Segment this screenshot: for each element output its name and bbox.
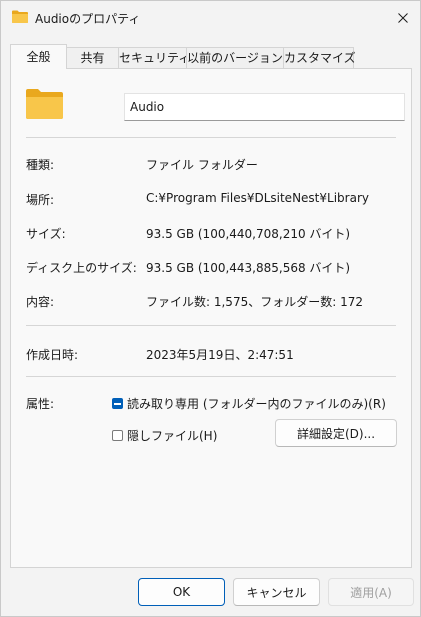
- folder-name-input[interactable]: [124, 93, 405, 121]
- location-value: C:¥Program Files¥DLsiteNest¥Library: [146, 191, 369, 205]
- type-label: 種類:: [26, 158, 55, 172]
- close-button[interactable]: [386, 1, 420, 35]
- tab-security[interactable]: セキュリティ: [118, 47, 190, 68]
- ok-button[interactable]: OK: [138, 578, 225, 606]
- checkbox-icon: [112, 430, 123, 441]
- tab-sharing[interactable]: 共有: [66, 47, 119, 68]
- readonly-checkbox-label: 読み取り専用 (フォルダー内のファイルのみ)(R): [127, 397, 386, 411]
- divider: [26, 325, 396, 326]
- folder-icon: [12, 10, 28, 23]
- general-panel: 種類: ファイル フォルダー 場所: C:¥Program Files¥DLsi…: [10, 68, 412, 568]
- size-on-disk-value: 93.5 GB (100,443,885,568 バイト): [146, 261, 351, 275]
- size-value: 93.5 GB (100,440,708,210 バイト): [146, 227, 351, 241]
- tab-customize[interactable]: カスタマイズ: [283, 47, 356, 68]
- window-title: Audioのプロパティ: [35, 12, 141, 26]
- type-value: ファイル フォルダー: [146, 158, 258, 172]
- advanced-button[interactable]: 詳細設定(D)...: [275, 419, 397, 447]
- size-label: サイズ:: [26, 227, 66, 241]
- hidden-checkbox-label: 隠しファイル(H): [127, 429, 218, 443]
- readonly-checkbox[interactable]: 読み取り専用 (フォルダー内のファイルのみ)(R): [112, 395, 386, 412]
- attributes-label: 属性:: [26, 397, 55, 411]
- title-bar: Audioのプロパティ: [1, 1, 420, 35]
- checkbox-indeterminate-icon: [112, 398, 123, 409]
- divider: [26, 376, 396, 377]
- close-icon: [398, 13, 408, 23]
- cancel-button[interactable]: キャンセル: [233, 578, 320, 606]
- contains-label: 内容:: [26, 295, 55, 309]
- created-value: 2023年5月19日、2:47:51: [146, 348, 294, 362]
- tab-previous-versions[interactable]: 以前のバージョン: [186, 47, 284, 68]
- size-on-disk-label: ディスク上のサイズ:: [26, 261, 137, 275]
- location-label: 場所:: [26, 193, 55, 207]
- contains-value: ファイル数: 1,575、フォルダー数: 172: [146, 295, 363, 309]
- created-label: 作成日時:: [26, 348, 79, 362]
- folder-icon: [26, 89, 63, 119]
- divider: [26, 137, 396, 138]
- apply-button[interactable]: 適用(A): [328, 578, 414, 606]
- properties-window: Audioのプロパティ 全般 共有 セキュリティ 以前のバージョン カスタマイズ…: [0, 0, 421, 617]
- hidden-checkbox[interactable]: 隠しファイル(H): [112, 427, 217, 444]
- tab-general[interactable]: 全般: [10, 44, 67, 69]
